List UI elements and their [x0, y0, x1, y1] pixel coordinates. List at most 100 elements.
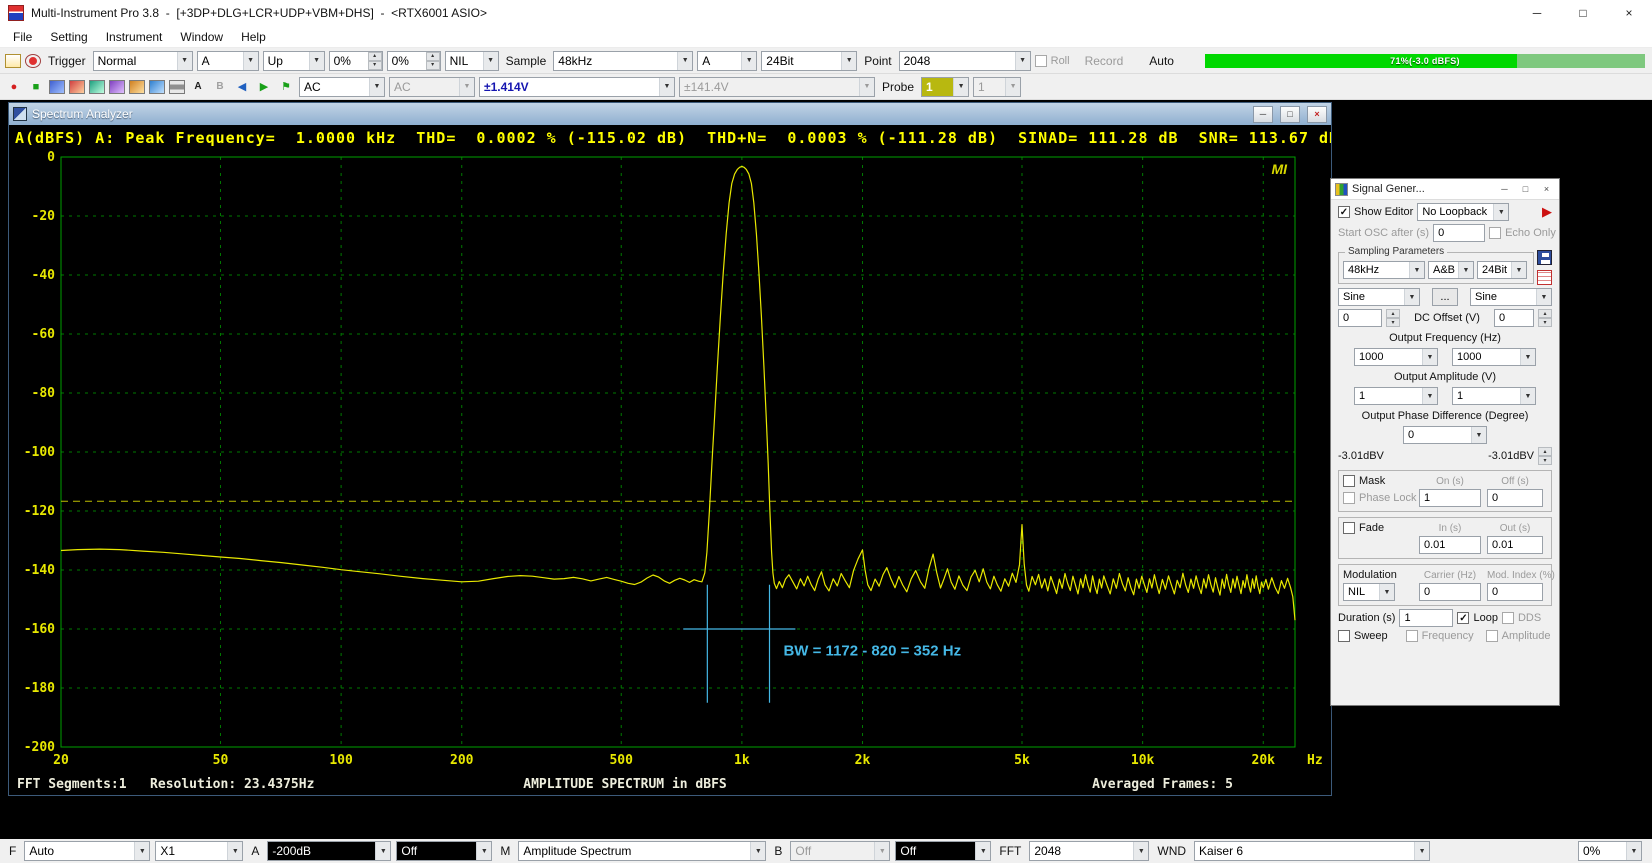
play-icon[interactable]: ▶ — [255, 79, 273, 95]
coupling-a-select[interactable]: AC▼ — [299, 77, 385, 97]
a-processing-select[interactable]: Off▼ — [396, 841, 492, 861]
run-icon[interactable]: ● — [5, 79, 23, 95]
chevron-down-icon[interactable]: ▼ — [1493, 204, 1508, 220]
chevron-down-icon[interactable]: ▼ — [1422, 388, 1437, 404]
chevron-down-icon[interactable]: ▼ — [1422, 349, 1437, 365]
flag-icon[interactable]: ⚑ — [277, 79, 295, 95]
multimeter-icon[interactable] — [89, 80, 105, 94]
chevron-down-icon[interactable]: ▼ — [953, 78, 968, 96]
chevron-down-icon[interactable]: ▼ — [483, 52, 498, 70]
chevron-down-icon[interactable]: ▼ — [1414, 842, 1429, 860]
x-zoom-select[interactable]: X1▼ — [155, 841, 243, 861]
spinner-buttons[interactable]: ▴▾ — [368, 52, 382, 70]
chevron-down-icon[interactable]: ▼ — [975, 842, 990, 860]
close-button[interactable]: × — [1538, 182, 1555, 197]
trigger-edge-select[interactable]: Up▼ — [263, 51, 325, 71]
display-mode-select[interactable]: Amplitude Spectrum▼ — [518, 841, 766, 861]
generator-rate-select[interactable]: 48kHz▼ — [1343, 261, 1425, 279]
chevron-down-icon[interactable]: ▼ — [1379, 584, 1394, 600]
chevron-down-icon[interactable]: ▼ — [1409, 262, 1424, 278]
minimize-button[interactable]: ─ — [1253, 106, 1273, 123]
chevron-down-icon[interactable]: ▼ — [134, 842, 149, 860]
frequency-b-input[interactable]: 1000▼ — [1452, 348, 1536, 366]
amplitude-a-input[interactable]: 1▼ — [1354, 387, 1438, 405]
chevron-down-icon[interactable]: ▼ — [1133, 842, 1148, 860]
chevron-down-icon[interactable]: ▼ — [1015, 52, 1030, 70]
main-titlebar[interactable]: Multi-Instrument Pro 3.8 - [+3DP+DLG+LCR… — [0, 0, 1652, 26]
trigger-delay-spinner[interactable]: 0%▴▾ — [387, 51, 441, 71]
waveform-b-select[interactable]: Sine▼ — [1470, 288, 1552, 306]
window-function-select[interactable]: Kaiser 6▼ — [1194, 841, 1430, 861]
generator-bits-select[interactable]: 24Bit▼ — [1477, 261, 1527, 279]
spinner-up-icon[interactable]: ▴ — [426, 52, 440, 61]
amplitude-b-input[interactable]: 1▼ — [1452, 387, 1536, 405]
mask-checkbox[interactable]: Mask — [1343, 475, 1413, 487]
maximize-button[interactable]: □ — [1560, 0, 1606, 26]
chevron-down-icon[interactable]: ▼ — [1471, 427, 1486, 443]
chevron-down-icon[interactable]: ▼ — [1458, 262, 1473, 278]
speaker-icon[interactable]: ◀ — [233, 79, 251, 95]
input-range-a-select[interactable]: ±1.414V▼ — [479, 77, 675, 97]
printer-icon[interactable] — [169, 80, 185, 94]
sampling-channel-select[interactable]: A▼ — [697, 51, 757, 71]
spinner-up-icon[interactable]: ▴ — [1538, 447, 1552, 456]
chevron-down-icon[interactable]: ▼ — [1511, 262, 1526, 278]
trigger-level-spinner[interactable]: 0%▴▾ — [329, 51, 383, 71]
minimize-button[interactable]: ─ — [1496, 182, 1513, 197]
spinner-down-icon[interactable]: ▾ — [1386, 318, 1400, 327]
fade-checkbox[interactable]: Fade — [1343, 522, 1413, 534]
spectrum-analyzer-icon[interactable] — [69, 80, 85, 94]
spinner-up-icon[interactable]: ▴ — [368, 52, 382, 61]
spectrum-3d-plot-icon[interactable] — [109, 80, 125, 94]
restore-button[interactable]: □ — [1280, 106, 1300, 123]
chevron-down-icon[interactable]: ▼ — [309, 52, 324, 70]
spinner-buttons[interactable]: ▴▾ — [426, 52, 440, 70]
chevron-down-icon[interactable]: ▼ — [1626, 842, 1641, 860]
chevron-down-icon[interactable]: ▼ — [1404, 289, 1419, 305]
save-icon[interactable] — [1537, 250, 1552, 265]
signal-generator-titlebar[interactable]: Signal Gener... ─ □ × — [1331, 179, 1559, 200]
menu-window[interactable]: Window — [171, 30, 232, 44]
duration-input[interactable]: 1 — [1399, 609, 1453, 627]
chevron-down-icon[interactable]: ▼ — [750, 842, 765, 860]
dc-offset-a-spinner[interactable]: ▴▾ — [1386, 309, 1400, 327]
chevron-down-icon[interactable]: ▼ — [659, 78, 674, 96]
menu-help[interactable]: Help — [232, 30, 275, 44]
trigger-hpf-select[interactable]: NIL▼ — [445, 51, 499, 71]
dc-offset-b-spinner[interactable]: ▴▾ — [1538, 309, 1552, 327]
chevron-down-icon[interactable]: ▼ — [243, 52, 258, 70]
minimize-button[interactable]: ─ — [1514, 0, 1560, 26]
waveform-editor-icon[interactable] — [1537, 270, 1552, 285]
bit-depth-select[interactable]: 24Bit▼ — [761, 51, 857, 71]
chevron-down-icon[interactable]: ▼ — [459, 78, 474, 96]
spinner-down-icon[interactable]: ▾ — [1538, 318, 1552, 327]
record-length-select[interactable]: 2048▼ — [899, 51, 1031, 71]
chevron-down-icon[interactable]: ▼ — [369, 78, 384, 96]
spectrum-plot[interactable]: 0-20-40-60-80-100-120-140-160-180-200205… — [9, 151, 1331, 773]
dc-offset-a-input[interactable]: 0 — [1338, 309, 1382, 327]
frequency-a-input[interactable]: 1000▼ — [1354, 348, 1438, 366]
phase-difference-select[interactable]: 0▼ — [1403, 426, 1487, 444]
chevron-down-icon[interactable]: ▼ — [227, 842, 242, 860]
spinner-up-icon[interactable]: ▴ — [1538, 309, 1552, 318]
close-button[interactable]: × — [1307, 106, 1327, 123]
overlap-select[interactable]: 0%▼ — [1578, 841, 1642, 861]
spinner-down-icon[interactable]: ▾ — [426, 61, 440, 70]
chevron-down-icon[interactable]: ▼ — [1520, 349, 1535, 365]
chevron-down-icon[interactable]: ▼ — [177, 52, 192, 70]
chevron-down-icon[interactable]: ▼ — [375, 842, 390, 860]
data-logger-icon[interactable] — [129, 80, 145, 94]
chevron-down-icon[interactable]: ▼ — [1005, 78, 1020, 96]
b-processing-select[interactable]: Off▼ — [895, 841, 991, 861]
spectrum-analyzer-titlebar[interactable]: Spectrum Analyzer ─ □ × — [9, 103, 1331, 125]
maximize-button[interactable]: □ — [1517, 182, 1534, 197]
sampling-rate-select[interactable]: 48kHz▼ — [553, 51, 693, 71]
modulation-type-select[interactable]: NIL▼ — [1343, 583, 1395, 601]
chevron-down-icon[interactable]: ▼ — [677, 52, 692, 70]
dc-offset-b-input[interactable]: 0 — [1494, 309, 1534, 327]
menu-instrument[interactable]: Instrument — [97, 30, 172, 44]
spinner-down-icon[interactable]: ▾ — [1538, 456, 1552, 465]
loop-checkbox[interactable]: ✓Loop — [1457, 612, 1497, 624]
chevron-down-icon[interactable]: ▼ — [741, 52, 756, 70]
loopback-select[interactable]: No Loopback▼ — [1417, 203, 1509, 221]
